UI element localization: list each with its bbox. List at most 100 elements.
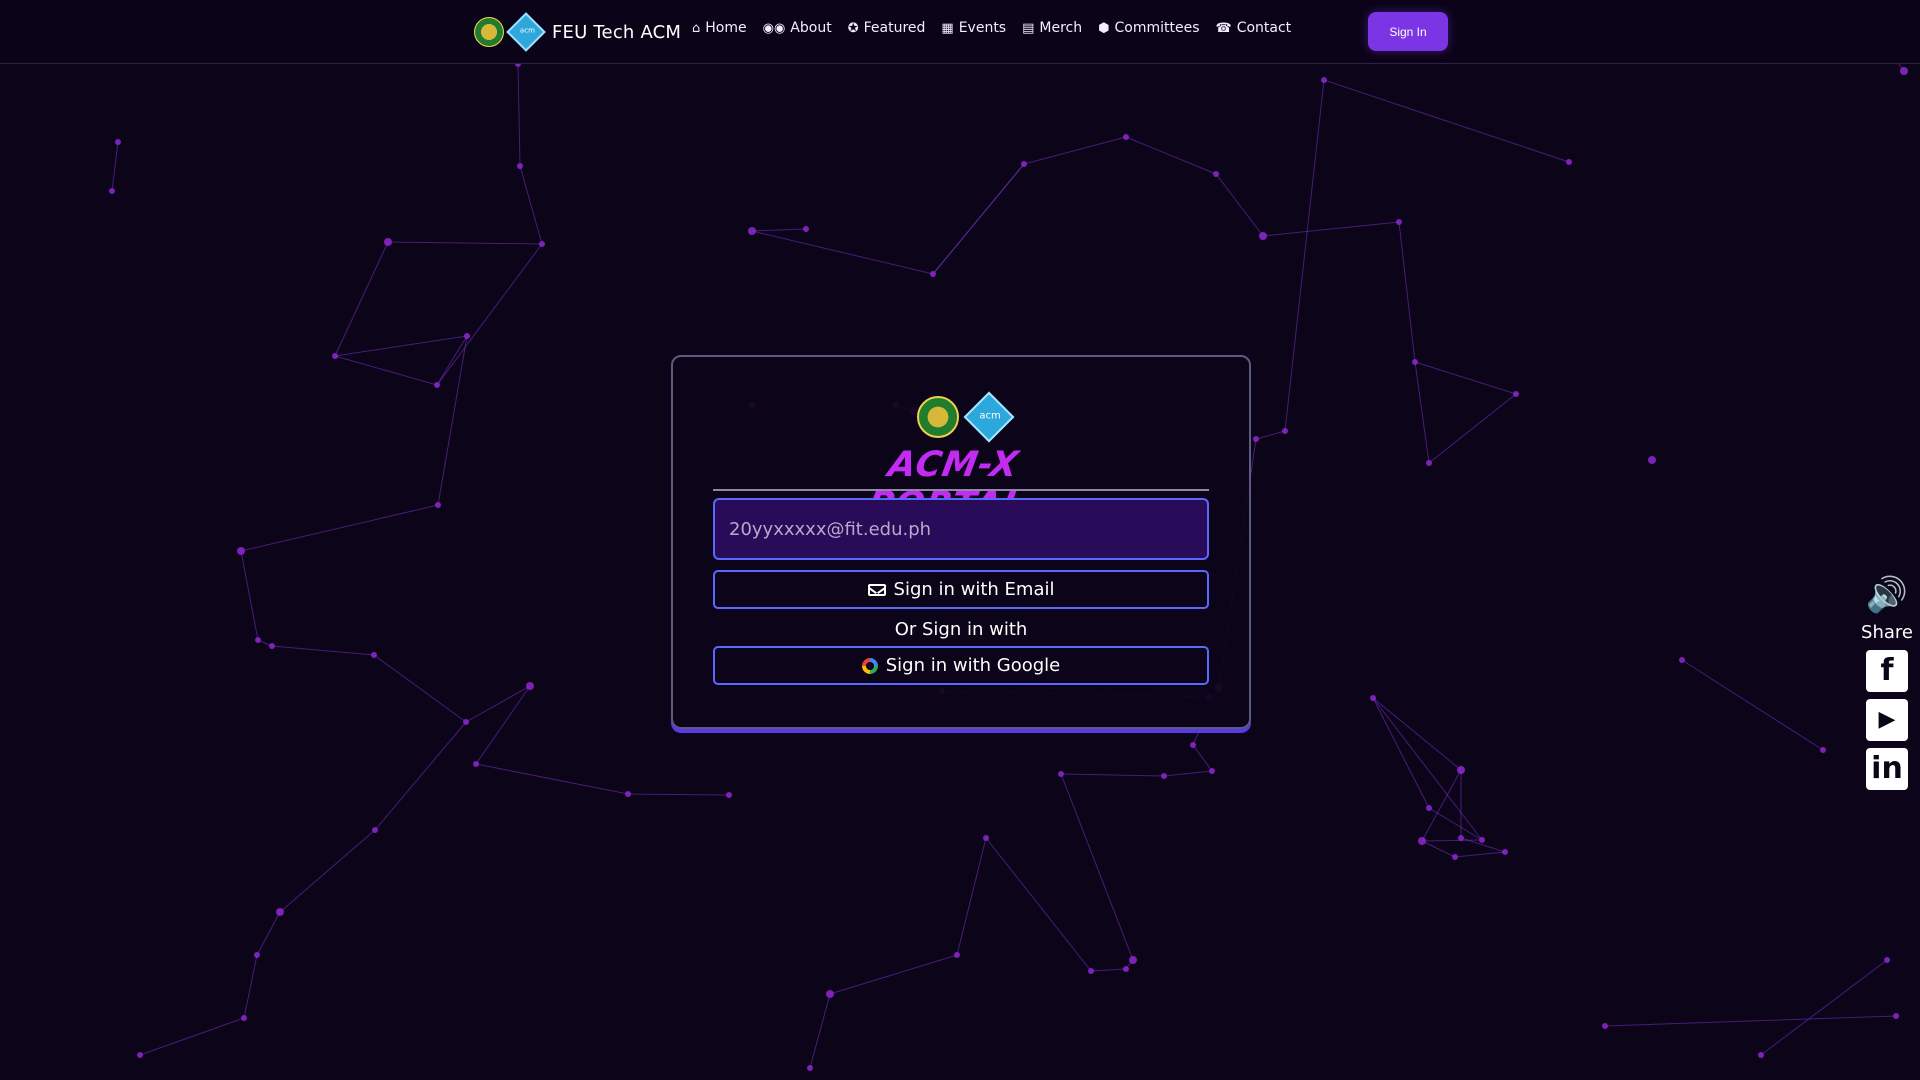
brand-logo[interactable]: acm FEU Tech ACM xyxy=(474,12,682,52)
network-line xyxy=(1090,968,1127,972)
network-line xyxy=(829,954,958,995)
network-node xyxy=(1758,1052,1764,1058)
network-node xyxy=(1021,161,1027,167)
nav-item-committees[interactable]: ⬢ Committees xyxy=(1098,20,1199,36)
google-button-label: Sign in with Google xyxy=(885,655,1061,676)
network-node xyxy=(434,382,440,388)
network-line xyxy=(517,63,521,167)
network-node xyxy=(1418,837,1426,845)
network-node xyxy=(954,952,960,958)
network-line xyxy=(1215,173,1264,237)
network-line xyxy=(243,954,258,1019)
title-divider xyxy=(713,489,1209,491)
network-node xyxy=(1058,771,1064,777)
network-line xyxy=(1372,697,1462,771)
network-line xyxy=(1372,697,1483,841)
network-line xyxy=(1284,79,1325,432)
network-node xyxy=(384,238,392,246)
network-line xyxy=(1060,773,1165,777)
network-node xyxy=(1129,956,1137,964)
network-line xyxy=(256,911,281,956)
network-line xyxy=(240,550,259,641)
nav-item-events[interactable]: ▦ Events xyxy=(941,20,1006,36)
login-card: acm ACM-X PORTAL Sign in with Email Or S… xyxy=(671,355,1251,729)
email-field[interactable] xyxy=(713,498,1209,560)
calendar-icon: ▦ xyxy=(941,20,954,36)
network-node xyxy=(930,271,936,277)
acm-logo-icon: acm xyxy=(506,12,546,52)
network-node xyxy=(137,1052,143,1058)
network-node xyxy=(1253,436,1259,442)
network-line xyxy=(373,654,467,723)
network-node xyxy=(748,227,756,235)
nav-item-merch[interactable]: ▤ Merch xyxy=(1022,20,1082,36)
network-node xyxy=(517,163,523,169)
nav-item-featured[interactable]: ✪ Featured xyxy=(848,20,926,36)
linkedin-icon[interactable]: in xyxy=(1866,748,1908,790)
network-line xyxy=(751,230,934,275)
facebook-icon[interactable]: f xyxy=(1866,650,1908,692)
youtube-icon[interactable]: ▶ xyxy=(1866,699,1908,741)
network-line xyxy=(1323,79,1570,163)
network-node xyxy=(625,791,631,797)
network-node xyxy=(1820,747,1826,753)
network-node xyxy=(115,139,121,145)
network-line xyxy=(374,721,467,831)
share-label: Share xyxy=(1861,622,1913,643)
feu-logo-icon xyxy=(917,396,959,438)
network-line xyxy=(1255,430,1286,440)
nav-item-contact[interactable]: ☎ Contact xyxy=(1216,20,1292,36)
network-node xyxy=(1648,456,1656,464)
network-node xyxy=(539,241,545,247)
email-button-label: Sign in with Email xyxy=(893,579,1055,600)
network-node xyxy=(463,719,469,725)
network-line xyxy=(1023,136,1127,165)
network-node xyxy=(371,652,377,658)
network-node xyxy=(1426,460,1432,466)
nav-item-home[interactable]: ⌂ Home xyxy=(692,20,747,36)
network-node xyxy=(372,827,378,833)
network-line xyxy=(932,163,1025,275)
network-line xyxy=(1163,770,1213,777)
nav-label-featured: Featured xyxy=(863,20,926,36)
network-node xyxy=(807,1065,813,1071)
network-node xyxy=(826,990,834,998)
network-line xyxy=(334,355,438,386)
gear-icon: ⬢ xyxy=(1098,20,1110,36)
network-line xyxy=(519,165,543,245)
network-node xyxy=(1602,1023,1608,1029)
network-line xyxy=(1262,221,1400,237)
network-line xyxy=(1414,361,1517,395)
network-line xyxy=(271,645,375,656)
sign-in-email-button[interactable]: Sign in with Email xyxy=(713,570,1209,609)
network-line xyxy=(437,335,468,506)
network-node xyxy=(1426,805,1432,811)
network-line xyxy=(1125,136,1217,175)
sign-in-google-button[interactable]: Sign in with Google xyxy=(713,646,1209,685)
portal-logos: acm xyxy=(917,391,1015,443)
network-node xyxy=(269,643,275,649)
network-line xyxy=(1192,744,1213,772)
sign-in-button[interactable]: Sign In xyxy=(1368,12,1448,51)
network-node xyxy=(1513,391,1519,397)
network-node xyxy=(1502,849,1508,855)
network-node xyxy=(1566,159,1572,165)
network-node xyxy=(1479,837,1485,843)
network-line xyxy=(111,141,119,192)
network-node xyxy=(1458,835,1464,841)
envelope-icon xyxy=(867,583,886,596)
network-line xyxy=(475,763,629,795)
network-node xyxy=(1123,134,1129,140)
network-line xyxy=(334,335,468,357)
phone-icon: ☎ xyxy=(1215,20,1232,36)
top-navigation: acm FEU Tech ACM ⌂ Home ◉◉ About ✪ Featu… xyxy=(0,0,1920,64)
network-node xyxy=(237,547,245,555)
nav-item-about[interactable]: ◉◉ About xyxy=(763,20,832,36)
nav-label-merch: Merch xyxy=(1039,20,1083,36)
network-line xyxy=(1060,773,1134,961)
network-line xyxy=(334,241,389,357)
brand-title: FEU Tech ACM xyxy=(552,21,682,43)
speaker-icon[interactable]: 🔊 xyxy=(1866,575,1908,615)
network-node xyxy=(1282,428,1288,434)
network-node xyxy=(1900,67,1908,75)
